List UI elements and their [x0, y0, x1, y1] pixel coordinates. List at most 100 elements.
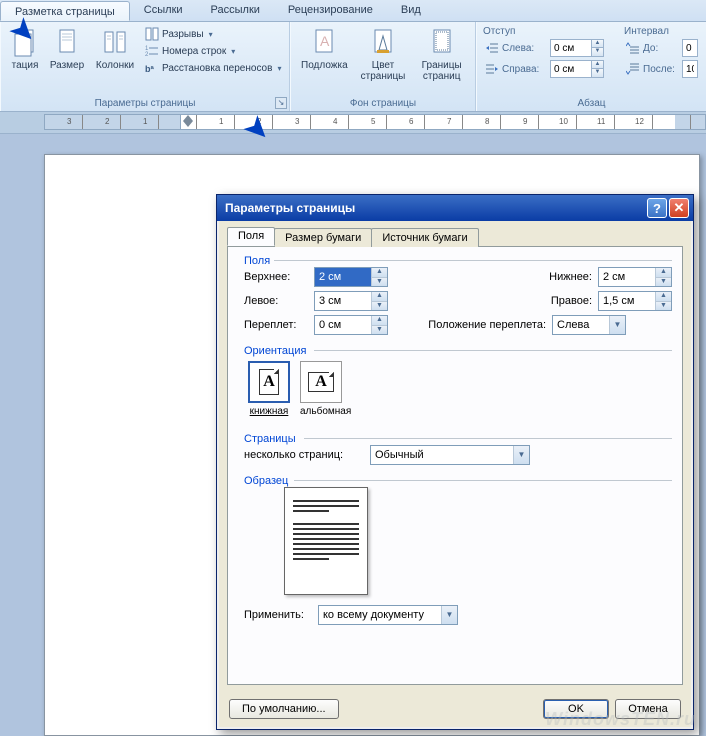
margin-right-spinner[interactable]: ▲▼: [598, 291, 672, 311]
hyphenation-label: Расстановка переносов: [162, 63, 272, 74]
line-numbers-button[interactable]: 12 Номера строк: [143, 43, 283, 59]
gutter-label: Переплет:: [244, 319, 308, 331]
ribbon-tab-mailings[interactable]: Рассылки: [197, 0, 274, 21]
ruler-indent-marker[interactable]: [181, 113, 191, 123]
line-numbers-label: Номера строк: [162, 46, 226, 57]
group-page-bg: A Подложка Цвет страницы Границы страниц…: [290, 22, 476, 111]
page-setup-launcher[interactable]: ↘: [275, 97, 287, 109]
margin-top-input[interactable]: [315, 268, 371, 286]
orientation-button[interactable]: тация: [7, 24, 43, 109]
page-borders-button[interactable]: Границы страниц: [414, 24, 469, 109]
indent-left-input[interactable]: [551, 43, 591, 54]
margins-group-title: Поля: [244, 255, 672, 267]
dialog-titlebar[interactable]: Параметры страницы ? ✕: [217, 195, 693, 221]
dialog-tab-source[interactable]: Источник бумаги: [371, 228, 478, 247]
orientation-label: тация: [12, 60, 39, 71]
multi-pages-combo[interactable]: Обычный▼: [370, 445, 530, 465]
ruler-area: 321 123 456 789 101112: [0, 112, 706, 134]
spacing-after-input[interactable]: [683, 64, 697, 75]
size-button[interactable]: Размер: [43, 24, 91, 109]
group-page-setup-label: Параметры страницы: [1, 98, 289, 109]
dropdown-icon[interactable]: ▼: [513, 446, 529, 464]
svg-text:A: A: [320, 33, 330, 49]
multi-pages-value: Обычный: [371, 449, 513, 461]
hyphenation-button[interactable]: bª Расстановка переносов: [143, 60, 283, 76]
orientation-landscape[interactable]: A альбомная: [300, 361, 351, 417]
ribbon-tab-links[interactable]: Ссылки: [130, 0, 197, 21]
breaks-label: Разрывы: [162, 29, 204, 40]
indent-right-down[interactable]: ▼: [591, 69, 603, 77]
default-button[interactable]: По умолчанию...: [229, 699, 339, 719]
page-setup-dialog: Параметры страницы ? ✕ Поля Размер бумаг…: [216, 194, 694, 730]
indent-left-label: Слева:: [502, 43, 547, 54]
spacing-before-input[interactable]: [683, 43, 697, 54]
orientation-group-title: Ориентация: [244, 345, 672, 357]
indent-header: Отступ: [483, 26, 606, 37]
indent-right-spinner[interactable]: ▲▼: [550, 60, 604, 78]
spacing-after-label: После:: [643, 64, 679, 75]
cancel-button[interactable]: Отмена: [615, 699, 681, 719]
svg-text:bª: bª: [145, 64, 154, 74]
page-color-label: Цвет страницы: [360, 60, 407, 82]
preview-group-title: Образец: [244, 475, 672, 487]
dialog-help-button[interactable]: ?: [647, 198, 667, 218]
orientation-landscape-label: альбомная: [300, 406, 351, 417]
watermark-button[interactable]: A Подложка: [297, 24, 352, 109]
breaks-button[interactable]: Разрывы: [143, 26, 283, 42]
spacing-before-spinner[interactable]: [682, 39, 698, 57]
dropdown-icon[interactable]: ▼: [609, 316, 625, 334]
spacing-after-spinner[interactable]: [682, 60, 698, 78]
orientation-portrait[interactable]: A книжная: [248, 361, 290, 417]
svg-text:2: 2: [145, 52, 149, 58]
preview-thumbnail: [284, 487, 368, 595]
margin-bottom-input[interactable]: [599, 268, 655, 286]
page-color-button[interactable]: Цвет страницы: [356, 24, 411, 109]
columns-button[interactable]: Колонки: [91, 24, 139, 109]
dialog-tab-paper[interactable]: Размер бумаги: [274, 228, 372, 247]
indent-left-down[interactable]: ▼: [591, 48, 603, 56]
ribbon-tabs: Разметка страницы Ссылки Рассылки Реценз…: [0, 0, 706, 22]
spacing-before-label: До:: [643, 43, 679, 54]
ribbon-content: тация Размер Колонки Разрывы 12: [0, 22, 706, 112]
gutter-pos-combo[interactable]: Слева▼: [552, 315, 626, 335]
ribbon-tab-review[interactable]: Рецензирование: [274, 0, 387, 21]
apply-to-combo[interactable]: ко всему документу▼: [318, 605, 458, 625]
group-page-setup: тация Размер Колонки Разрывы 12: [0, 22, 290, 111]
gutter-spinner[interactable]: ▲▼: [314, 315, 388, 335]
dialog-title: Параметры страницы: [221, 201, 645, 215]
ok-button[interactable]: OK: [543, 699, 609, 719]
dialog-tab-margins[interactable]: Поля: [227, 227, 275, 246]
indent-right-label: Справа:: [502, 64, 547, 75]
spacing-after-icon: [626, 62, 640, 76]
dialog-close-button[interactable]: ✕: [669, 198, 689, 218]
indent-right-input[interactable]: [551, 64, 591, 75]
indent-left-spinner[interactable]: ▲▼: [550, 39, 604, 57]
indent-left-up[interactable]: ▲: [591, 40, 603, 48]
orientation-portrait-label: книжная: [248, 406, 290, 417]
indent-right-up[interactable]: ▲: [591, 61, 603, 69]
horizontal-ruler[interactable]: 321 123 456 789 101112: [44, 114, 706, 130]
ribbon-tab-view[interactable]: Вид: [387, 0, 435, 21]
apply-to-label: Применить:: [244, 609, 312, 621]
watermark-label: Подложка: [301, 60, 348, 71]
margin-bottom-label: Нижнее:: [528, 271, 592, 283]
gutter-pos-label: Положение переплета:: [416, 319, 546, 331]
margin-left-label: Левое:: [244, 295, 308, 307]
margin-bottom-spinner[interactable]: ▲▼: [598, 267, 672, 287]
margin-left-spinner[interactable]: ▲▼: [314, 291, 388, 311]
multi-pages-label: несколько страниц:: [244, 449, 364, 461]
apply-to-value: ко всему документу: [319, 609, 441, 621]
ribbon-tab-page-layout[interactable]: Разметка страницы: [0, 1, 130, 21]
margin-top-spinner[interactable]: ▲▼: [314, 267, 388, 287]
columns-label: Колонки: [96, 60, 134, 71]
group-page-bg-label: Фон страницы: [291, 98, 475, 109]
size-label: Размер: [50, 60, 84, 71]
margin-left-input[interactable]: [315, 292, 371, 310]
gutter-input[interactable]: [315, 316, 371, 334]
dropdown-icon[interactable]: ▼: [441, 606, 457, 624]
indent-right-icon: [485, 62, 499, 76]
margin-right-input[interactable]: [599, 292, 655, 310]
spacing-header: Интервал: [624, 26, 700, 37]
gutter-pos-value: Слева: [553, 319, 609, 331]
group-paragraph-label: Абзац: [477, 98, 706, 109]
